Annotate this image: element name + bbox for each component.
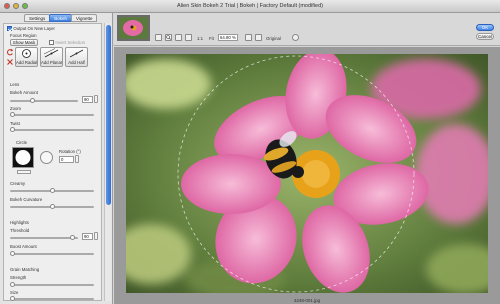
boost-amount-slider[interactable] (10, 251, 94, 256)
preview-toolbar: 1:1 Fit 64.80 % Original OK Cancel (114, 13, 500, 46)
bokeh-curvature-label: Bokeh Curvature (10, 197, 43, 202)
preview-photo[interactable] (126, 54, 488, 293)
focus-tool-icon[interactable] (175, 34, 182, 41)
bokeh-amount-field[interactable]: 90 (82, 96, 93, 103)
zoom-label: Zoom (10, 106, 21, 111)
bokeh-amount-knob[interactable] (30, 98, 35, 103)
hand-tool-icon[interactable] (155, 34, 162, 41)
planar-focus-icon (43, 48, 59, 58)
output-layer-label: Output On New Layer (13, 26, 55, 31)
strength-knob[interactable] (10, 282, 15, 287)
tab-settings[interactable]: Settings (24, 14, 51, 22)
grain-heading: Grain Matching (10, 267, 40, 272)
zoom-one-to-one[interactable]: 1:1 (197, 36, 203, 41)
settings-sidebar: Settings Bokeh Vignette Output On New La… (0, 13, 113, 304)
lens-heading: Lens (10, 82, 20, 87)
focus-region-heading: Focus Region (10, 33, 37, 38)
output-layer-row[interactable]: Output On New Layer (7, 26, 55, 32)
threshold-stepper[interactable] (94, 232, 98, 240)
invert-selection-label: Invert Selection (55, 40, 86, 45)
radial-focus-icon (22, 49, 31, 58)
add-half-button[interactable]: Add Half (65, 47, 88, 67)
half-focus-icon (69, 49, 84, 58)
boost-amount-label: Boost Amount (10, 244, 37, 249)
threshold-label: Threshold (10, 228, 30, 233)
twist-label: Twist (10, 121, 20, 126)
size-slider[interactable] (10, 296, 94, 301)
invert-selection-checkbox[interactable] (49, 40, 54, 46)
cancel-button[interactable]: Cancel (476, 33, 494, 40)
compare-icon[interactable] (245, 34, 252, 41)
reset-icon[interactable] (6, 48, 14, 56)
sidebar-scroll-thumb[interactable] (106, 25, 111, 205)
zoom-knob[interactable] (10, 112, 15, 117)
zoom-fit[interactable]: Fit (209, 36, 214, 41)
boost-amount-knob[interactable] (10, 251, 15, 256)
bokeh-panel: Output On New Layer Focus Region Show Ma… (3, 23, 102, 301)
threshold-field[interactable]: 90 (82, 233, 93, 240)
image-filename: 4248-001.jpg (293, 298, 321, 303)
threshold-slider[interactable] (10, 235, 78, 240)
creamy-knob[interactable] (50, 188, 55, 193)
zoom-tool-icon[interactable] (165, 34, 172, 41)
creamy-slider[interactable] (10, 188, 94, 193)
invert-selection-row[interactable]: Invert Selection (49, 40, 85, 46)
bokeh-curvature-slider[interactable] (10, 204, 94, 209)
side-by-side-icon[interactable] (255, 34, 262, 41)
bokeh-amount-slider[interactable] (10, 98, 78, 103)
split-view-icon[interactable] (185, 34, 192, 41)
twist-knob[interactable] (10, 127, 15, 132)
circle-heading: Circle (16, 140, 27, 145)
rotation-label: Rotation (°) (59, 149, 81, 154)
sidebar-scrollbar[interactable] (104, 23, 111, 301)
bokeh-curvature-knob[interactable] (50, 204, 55, 209)
add-planar-button[interactable]: Add Planar (40, 47, 63, 67)
add-radial-label: Add Radial (16, 60, 38, 65)
rotation-stepper[interactable] (75, 155, 79, 163)
bokeh-amount-stepper[interactable] (94, 95, 98, 103)
add-planar-label: Add Planar (41, 60, 63, 65)
threshold-knob[interactable] (70, 235, 75, 240)
add-radial-button[interactable]: Add Radial (15, 47, 38, 67)
creamy-label: Creamy (10, 181, 26, 186)
bokeh-shape-preview[interactable] (12, 147, 34, 168)
strength-slider[interactable] (10, 282, 94, 287)
ok-button[interactable]: OK (476, 24, 494, 31)
twist-slider[interactable] (10, 127, 94, 132)
tab-bokeh[interactable]: Bokeh (49, 14, 73, 22)
delete-icon[interactable] (6, 58, 14, 66)
highlights-heading: Highlights (10, 220, 29, 225)
tab-bar: Settings Bokeh Vignette (24, 14, 98, 22)
view-original[interactable]: Original (266, 36, 281, 41)
zoom-percent-field[interactable]: 64.80 % (218, 34, 238, 41)
output-layer-checkbox[interactable] (7, 26, 12, 32)
zoom-slider[interactable] (10, 112, 94, 117)
size-label: Size (10, 290, 19, 295)
settings-icon[interactable] (292, 34, 299, 41)
rotation-field[interactable]: 0 (59, 156, 74, 163)
tab-vignette[interactable]: Vignette (71, 14, 98, 22)
shape-stepper[interactable] (17, 170, 31, 174)
add-half-label: Add Half (68, 60, 85, 65)
title-bar: Alien Skin Bokeh 2 Trial | Bokeh | Facto… (0, 0, 500, 13)
navigator-thumbnail[interactable] (117, 15, 150, 41)
strength-label: Strength (10, 275, 27, 280)
window-title: Alien Skin Bokeh 2 Trial | Bokeh | Facto… (177, 3, 323, 9)
size-knob[interactable] (10, 296, 15, 301)
show-mask-button[interactable]: Show Mask (10, 39, 38, 46)
bokeh-amount-label: Bokeh Amount (10, 90, 38, 95)
rotation-dial[interactable] (40, 151, 53, 164)
